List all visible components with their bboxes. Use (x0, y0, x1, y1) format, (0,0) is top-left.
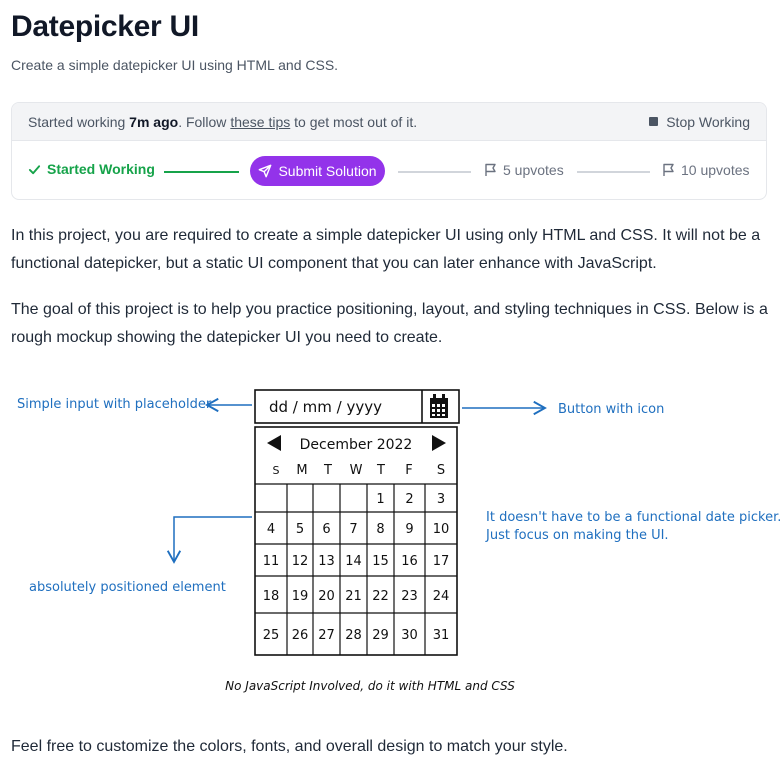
calendar-day-cell: 29 (372, 628, 389, 643)
calendar-day-cell: 24 (433, 589, 450, 604)
page-subtitle: Create a simple datepicker UI using HTML… (11, 57, 339, 73)
calendar-day-cell: 18 (263, 589, 280, 604)
calendar-day-cell: 28 (345, 628, 362, 643)
calendar-day-cell: 9 (405, 522, 413, 537)
weekday-label: M (296, 463, 307, 478)
calendar-day-cell: 22 (372, 589, 389, 604)
calendar-day-cell: 5 (296, 522, 304, 537)
annotation-functional-2: Just focus on making the UI. (485, 528, 669, 543)
calendar-day-cell: 10 (433, 522, 450, 537)
calendar-day-cell: 15 (372, 554, 389, 569)
calendar-day-cell: 31 (433, 628, 450, 643)
started-working-step: Started Working (28, 161, 155, 177)
calendar-day-cell: 6 (322, 522, 330, 537)
upvotes-5-step: 5 upvotes (484, 162, 564, 178)
calendar-day-cell: 21 (345, 589, 362, 604)
progress-track: Started Working Submit Solution 5 upvote… (12, 141, 766, 199)
arrow-to-position-note (166, 516, 252, 564)
progress-line-pending-2 (577, 171, 650, 173)
tips-link[interactable]: these tips (230, 114, 290, 130)
page-title: Datepicker UI (11, 10, 199, 43)
goal-paragraph: The goal of this project is to help you … (11, 301, 768, 346)
stop-square-icon (649, 117, 659, 126)
calendar-day-cell: 19 (292, 589, 309, 604)
send-icon (259, 164, 272, 178)
calendar-day-cell: 11 (263, 554, 280, 569)
status-follow: . Follow (178, 113, 227, 130)
progress-line-complete (164, 171, 239, 173)
calendar-day-cell: 26 (292, 628, 309, 643)
stop-working-label: Stop Working (666, 113, 750, 130)
upvotes-10-step: 10 upvotes (662, 162, 750, 178)
mock-month-label: December 2022 (300, 437, 413, 453)
calendar-day-cell: 12 (292, 554, 309, 569)
calendar-day-cell: 17 (433, 554, 450, 569)
calendar-day-cell: 27 (318, 628, 335, 643)
project-status-card: Started working 7m ago. Follow these tip… (11, 102, 767, 200)
calendar-day-cell: 23 (401, 589, 418, 604)
calendar-day-cell: 13 (318, 554, 335, 569)
annotation-button: Button with icon (558, 402, 664, 417)
status-prefix: Started working (28, 113, 126, 130)
annotation-functional-1: It doesn't have to be a functional date … (486, 510, 781, 525)
status-suffix: to get most out of it. (294, 113, 418, 130)
weekday-label: W (350, 463, 363, 478)
status-time: 7m ago (129, 113, 179, 130)
upvotes-5-label: 5 upvotes (503, 162, 564, 178)
submit-solution-label: Submit Solution (278, 163, 377, 179)
datepicker-mockup-image: dd / mm / yyyy December 2022 SMTWTFS 1 2… (17, 389, 781, 693)
flag-icon (663, 163, 674, 176)
weekday-label: T (323, 463, 332, 478)
calendar-day-cell: 20 (318, 589, 335, 604)
calendar-day-cell: 8 (376, 522, 384, 537)
weekday-label: T (376, 463, 385, 478)
calendar-day-cell: 1 (376, 492, 384, 507)
intro-paragraph: In this project, you are required to cre… (11, 227, 761, 272)
calendar-day-cell: 2 (405, 492, 413, 507)
calendar-day-cell: 7 (349, 522, 357, 537)
flag-icon (485, 163, 496, 176)
mock-input-placeholder: dd / mm / yyyy (269, 398, 382, 416)
customize-paragraph: Feel free to customize the colors, fonts… (11, 738, 568, 755)
calendar-day-cell: 25 (263, 628, 280, 643)
mock-calendar-popup (254, 426, 458, 656)
calendar-day-cell: 30 (401, 628, 418, 643)
weekday-label: F (405, 463, 412, 478)
calendar-day-cell: 4 (267, 522, 275, 537)
submit-solution-button[interactable]: Submit Solution (250, 156, 385, 186)
weekday-label: S (273, 464, 280, 477)
calendar-day-cell: 14 (345, 554, 362, 569)
stop-working-button[interactable]: Stop Working (649, 114, 750, 130)
status-text: Started working 7m ago. Follow these tip… (28, 114, 417, 130)
upvotes-10-label: 10 upvotes (681, 162, 750, 178)
page: Datepicker UI Create a simple datepicker… (0, 0, 781, 769)
annotation-input: Simple input with placeholder (17, 397, 212, 412)
calendar-day-cell: 16 (401, 554, 418, 569)
progress-line-pending-1 (398, 171, 471, 173)
status-bar: Started working 7m ago. Follow these tip… (12, 103, 766, 141)
footer-note: No JavaScript Involved, do it with HTML … (225, 679, 515, 693)
calendar-day-cell: 3 (437, 492, 445, 507)
annotation-position: absolutely positioned element (29, 580, 226, 595)
started-working-label: Started Working (47, 161, 155, 177)
check-icon (28, 164, 41, 174)
weekday-label: S (437, 463, 445, 478)
